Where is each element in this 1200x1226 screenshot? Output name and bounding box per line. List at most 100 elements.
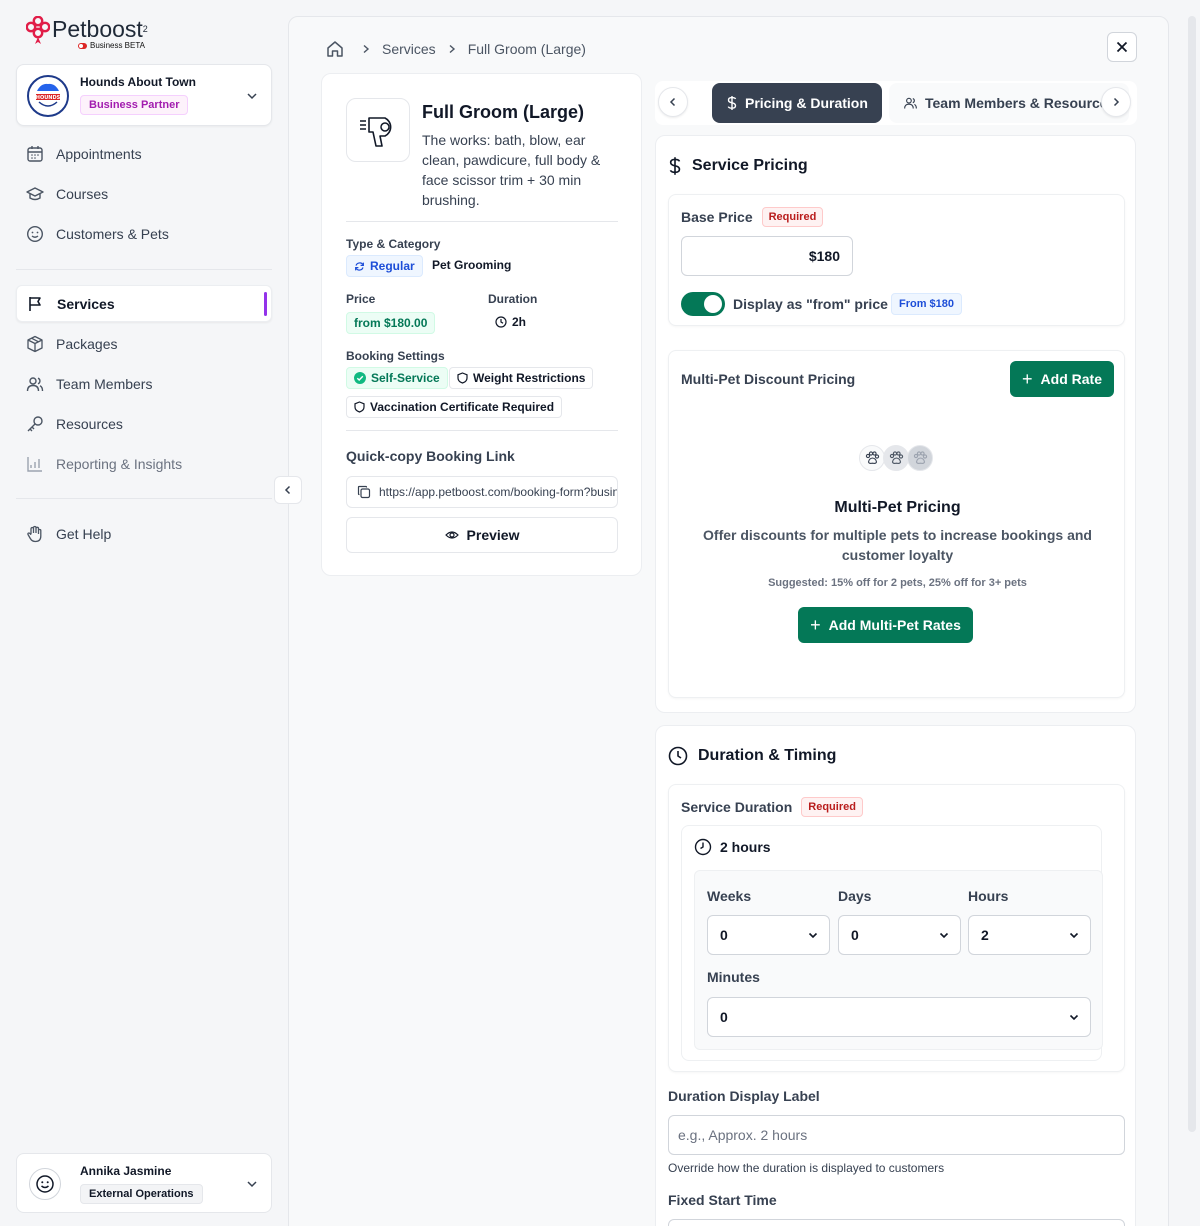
- button-label: Add Rate: [1040, 371, 1102, 387]
- user-menu[interactable]: Annika Jasmine External Operations: [16, 1153, 272, 1213]
- booking-link-url: https://app.petboost.com/booking-form?bu…: [379, 485, 617, 499]
- base-price-label: Base Price Required: [681, 207, 824, 227]
- tab-scroll-left[interactable]: [658, 87, 688, 117]
- business-name: Hounds About Town: [80, 75, 196, 89]
- duration-value: 2h: [512, 315, 527, 329]
- breadcrumb: Services Full Groom (Large): [325, 39, 586, 59]
- fixed-start-time-input[interactable]: [668, 1219, 1125, 1226]
- duration-label: Duration: [488, 292, 538, 306]
- refresh-icon: [355, 261, 364, 271]
- badge-label: Vaccination Certificate Required: [370, 400, 555, 414]
- multi-pet-empty-title: Multi-Pet Pricing: [834, 499, 961, 516]
- display-from-toggle[interactable]: [681, 292, 725, 316]
- weeks-label: Weeks: [707, 888, 752, 904]
- minutes-select[interactable]: 0: [707, 997, 1091, 1037]
- nav-label: Appointments: [56, 145, 142, 162]
- tab-bar: Pricing & Duration Team Members & Resour…: [655, 81, 1137, 125]
- duration-badge: 2h: [488, 312, 533, 332]
- days-label: Days: [838, 888, 872, 904]
- hounds-logo-icon: HOUNDS: [30, 78, 66, 114]
- nav-label: Courses: [56, 185, 109, 202]
- brand-name: Petboost: [52, 16, 143, 42]
- base-price-card: Base Price Required $180 Display as "fro…: [668, 194, 1125, 326]
- smile-icon: [26, 225, 44, 242]
- nav-item-services[interactable]: Services: [16, 285, 272, 322]
- collapse-sidebar-button[interactable]: [274, 476, 302, 504]
- plus-icon: +: [810, 615, 821, 635]
- beta-pill-icon: [78, 42, 87, 49]
- field-label-text: Base Price: [681, 209, 753, 225]
- duration-summary: 2 hours: [694, 838, 771, 856]
- nav-label: Get Help: [56, 525, 112, 542]
- nav-item-customers-pets[interactable]: Customers & Pets: [16, 215, 272, 252]
- select-value: 0: [720, 927, 728, 943]
- weight-restrictions-badge: Weight Restrictions: [449, 367, 594, 389]
- price-badge: from $180.00: [346, 312, 436, 334]
- section-title-text: Service Pricing: [692, 157, 808, 174]
- breadcrumb-services[interactable]: Services: [382, 41, 436, 57]
- divider: [346, 221, 618, 222]
- flag-icon: [29, 296, 41, 311]
- chevron-down-icon[interactable]: [245, 1177, 259, 1191]
- section-title-text: Duration & Timing: [698, 747, 837, 764]
- multi-pet-empty-desc: Offer discounts for multiple pets to inc…: [703, 527, 1092, 563]
- sidebar: Petboost2 Business BETA HOUNDS Hounds Ab…: [0, 0, 288, 1226]
- users-icon: [26, 376, 44, 391]
- shield-icon: [457, 372, 468, 384]
- close-button[interactable]: [1107, 32, 1137, 62]
- field-label-text: Service Duration: [681, 799, 793, 815]
- nav-item-courses[interactable]: Courses: [16, 175, 272, 212]
- nav-group-secondary: Services Packages Team Members Resources…: [16, 285, 272, 485]
- business-switcher[interactable]: HOUNDS Hounds About Town Business Partne…: [16, 64, 272, 126]
- select-value: 0: [851, 927, 859, 943]
- nav-divider: [16, 269, 272, 270]
- preview-button[interactable]: Preview: [346, 517, 618, 553]
- service-icon-box: [346, 98, 410, 162]
- tab-scroll-right[interactable]: [1101, 87, 1131, 117]
- duration-timing-section: Duration & Timing Service Duration Requi…: [655, 725, 1136, 1226]
- page-scrollbar[interactable]: [1188, 16, 1196, 1132]
- nav-group-primary: Appointments Courses Customers & Pets: [16, 135, 272, 255]
- multi-pet-card: Multi-Pet Discount Pricing + Add Rate Mu…: [668, 350, 1125, 698]
- hours-select[interactable]: 2: [968, 915, 1091, 955]
- type-category-label: Type & Category: [346, 237, 441, 251]
- nav-item-appointments[interactable]: Appointments: [16, 135, 272, 172]
- brand-logo[interactable]: Petboost2 Business BETA: [26, 16, 148, 50]
- chevron-down-icon: [1069, 1014, 1079, 1021]
- nav-label: Team Members: [56, 375, 153, 392]
- tab-pricing-duration[interactable]: Pricing & Duration: [712, 83, 882, 123]
- service-summary-card: Full Groom (Large) The works: bath, blow…: [321, 73, 642, 576]
- add-rate-button[interactable]: + Add Rate: [1010, 361, 1114, 397]
- nav-group-help: Get Help: [16, 515, 272, 555]
- nav-item-packages[interactable]: Packages: [16, 325, 272, 362]
- chevron-down-icon: [808, 932, 818, 939]
- days-select[interactable]: 0: [838, 915, 961, 955]
- service-detail-panel: Services Full Groom (Large) Full Groom (…: [288, 16, 1169, 1226]
- nav-item-get-help[interactable]: Get Help: [16, 515, 272, 552]
- required-badge: Required: [801, 797, 863, 817]
- weeks-select[interactable]: 0: [707, 915, 830, 955]
- duration-summary-text: 2 hours: [720, 839, 771, 855]
- nav-item-reporting-insights[interactable]: Reporting & Insights: [16, 445, 272, 482]
- chevron-down-icon: [1069, 932, 1079, 939]
- nav-item-resources[interactable]: Resources: [16, 405, 272, 442]
- chevron-down-icon[interactable]: [245, 89, 259, 103]
- brand-tagline: Business BETA: [90, 41, 145, 50]
- base-price-input[interactable]: $180: [681, 236, 853, 276]
- dollar-icon: [669, 157, 681, 175]
- petboost-logo-icon: [26, 16, 50, 44]
- multi-pet-title: Multi-Pet Discount Pricing: [681, 371, 856, 387]
- duration-picker: 2 hours Weeks 0 Days 0 Hours 2 Minutes 0: [681, 825, 1103, 1061]
- shield-icon: [354, 401, 365, 413]
- booking-link-copy[interactable]: https://app.petboost.com/booking-form?bu…: [346, 476, 618, 508]
- check-circle-icon: [354, 372, 366, 384]
- tab-team-members-resources[interactable]: Team Members & Resources: [889, 83, 1130, 123]
- select-value: 2: [981, 927, 989, 943]
- chevron-right-icon: [363, 44, 370, 54]
- type-label: Regular: [370, 259, 415, 273]
- duration-display-input[interactable]: [668, 1115, 1125, 1155]
- add-multi-pet-rates-button[interactable]: + Add Multi-Pet Rates: [798, 607, 973, 643]
- nav-item-team-members[interactable]: Team Members: [16, 365, 272, 402]
- svg-text:HOUNDS: HOUNDS: [36, 95, 61, 101]
- home-icon[interactable]: [325, 39, 345, 59]
